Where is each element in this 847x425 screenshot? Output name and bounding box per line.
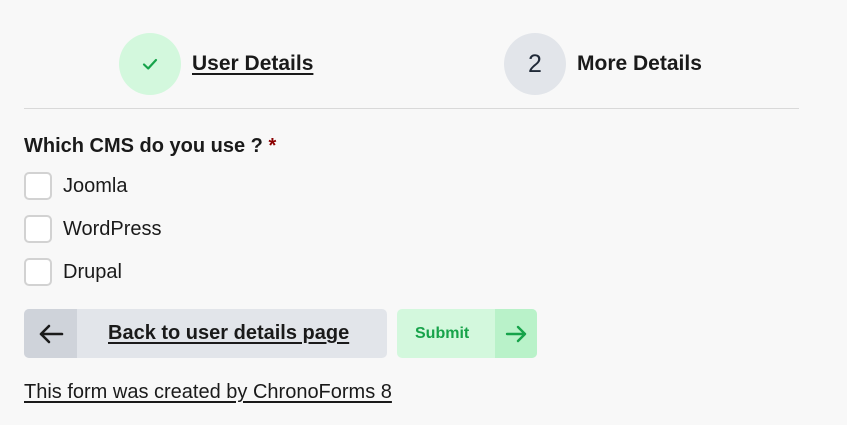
step-1-label[interactable]: User Details [192, 52, 313, 76]
option-joomla[interactable]: Joomla [24, 170, 127, 202]
step-indicator: User Details 2 More Details [24, 0, 799, 109]
back-button-label[interactable]: Back to user details page [108, 322, 349, 345]
submit-button-label[interactable]: Submit [415, 325, 495, 343]
submit-button[interactable]: Submit [397, 309, 537, 358]
submit-button-icon-box [495, 309, 537, 358]
checkbox-joomla[interactable] [24, 172, 52, 200]
option-joomla-label[interactable]: Joomla [63, 175, 127, 198]
check-icon [142, 58, 158, 70]
back-button-icon-box [24, 309, 77, 358]
step-user-details[interactable]: User Details [119, 33, 313, 95]
chronoforms-credit-link[interactable]: This form was created by ChronoForms 8 [24, 381, 392, 404]
option-wordpress-label[interactable]: WordPress [63, 218, 162, 241]
checkbox-drupal[interactable] [24, 258, 52, 286]
step-more-details: 2 More Details [504, 33, 702, 95]
option-drupal-label[interactable]: Drupal [63, 261, 122, 284]
step-2-circle: 2 [504, 33, 566, 95]
checkbox-wordpress[interactable] [24, 215, 52, 243]
cms-question-label: Which CMS do you use ? * [24, 135, 276, 158]
option-wordpress[interactable]: WordPress [24, 213, 162, 245]
arrow-right-icon [505, 325, 527, 342]
arrow-left-icon [39, 324, 63, 343]
question-text: Which CMS do you use ? [24, 135, 263, 157]
step-2-number: 2 [528, 49, 542, 78]
back-button[interactable]: Back to user details page [24, 309, 387, 358]
required-marker: * [268, 135, 277, 157]
option-drupal[interactable]: Drupal [24, 256, 122, 288]
step-1-circle [119, 33, 181, 95]
step-2-label: More Details [577, 52, 702, 75]
